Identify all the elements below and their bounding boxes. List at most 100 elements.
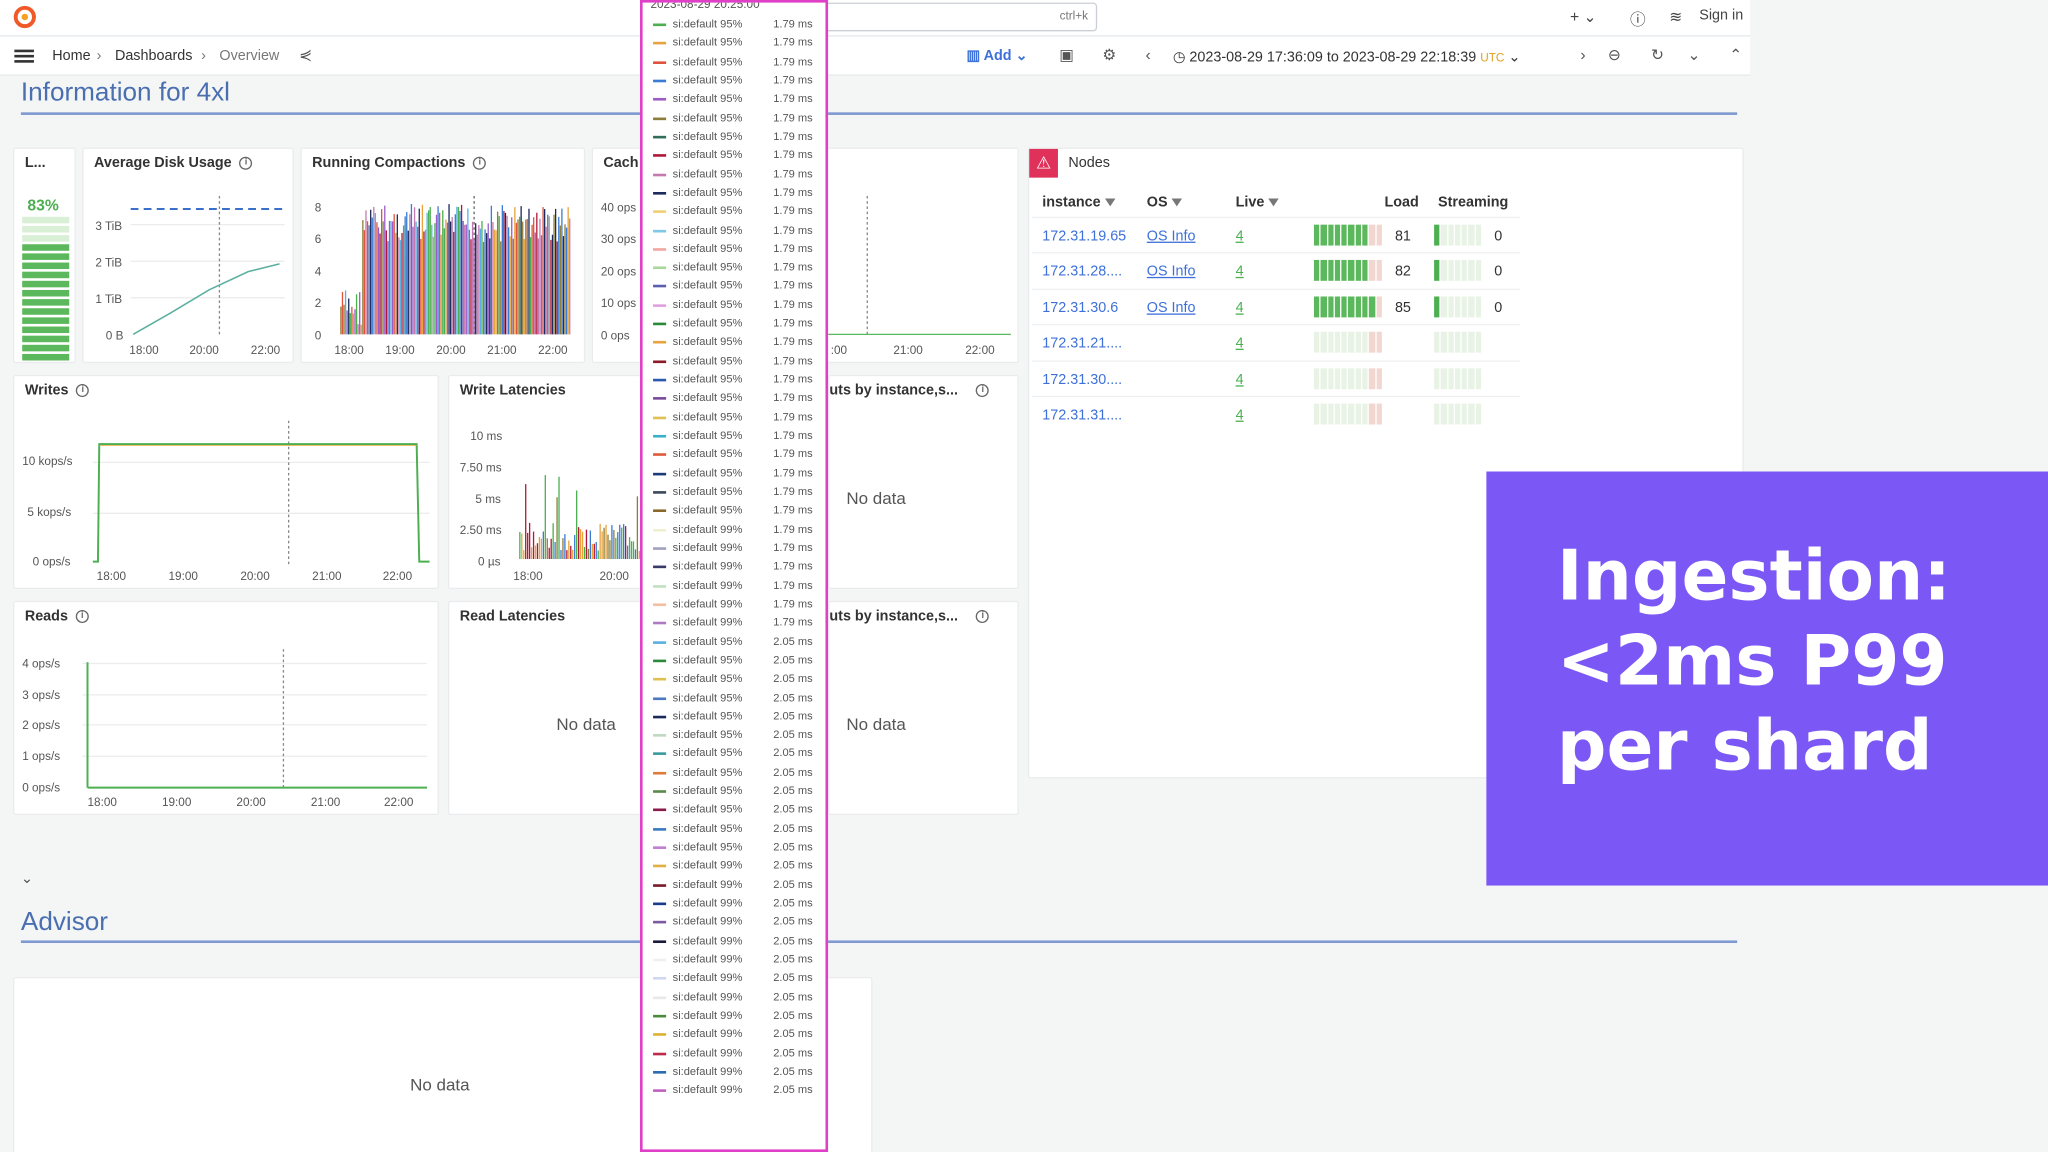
new-menu-button[interactable]: + ⌄ bbox=[1570, 8, 1597, 26]
refresh-interval-chevron-icon[interactable]: ⌄ bbox=[1688, 46, 1701, 64]
collapse-chevron-up-icon[interactable]: ⌃ bbox=[1729, 46, 1742, 64]
gauge-segment bbox=[1341, 224, 1348, 246]
os-info-link[interactable]: OS Info bbox=[1147, 264, 1196, 280]
panel-title-text: Writes bbox=[24, 382, 69, 399]
save-icon[interactable]: ▣ bbox=[1059, 46, 1074, 64]
table-row[interactable]: 172.31.30.... 4 bbox=[1031, 359, 1521, 395]
live-count-link[interactable]: 4 bbox=[1236, 336, 1244, 352]
sign-in-link[interactable]: Sign in bbox=[1699, 8, 1743, 24]
filter-icon[interactable] bbox=[1268, 198, 1279, 207]
gauge-segment bbox=[1341, 367, 1348, 389]
column-header-os[interactable]: OS bbox=[1147, 195, 1182, 210]
instance-link[interactable]: 172.31.28.... bbox=[1042, 264, 1122, 280]
column-header-instance[interactable]: instance bbox=[1042, 195, 1115, 210]
live-count-link[interactable]: 4 bbox=[1236, 408, 1244, 424]
zoom-out-icon[interactable]: ⊖ bbox=[1608, 46, 1621, 64]
instance-link[interactable]: 172.31.19.65 bbox=[1042, 229, 1126, 245]
instance-link[interactable]: 172.31.21.... bbox=[1042, 336, 1122, 352]
filter-icon[interactable] bbox=[1104, 198, 1115, 207]
live-count-link[interactable]: 4 bbox=[1236, 300, 1244, 316]
settings-gear-icon[interactable]: ⚙ bbox=[1102, 46, 1116, 64]
panel-read-latencies[interactable]: Read Latencies No data bbox=[447, 600, 644, 816]
gauge-segment bbox=[1334, 224, 1341, 246]
tooltip-row: si:default 99% 2.05 ms bbox=[650, 1026, 820, 1045]
os-info-link[interactable]: OS Info bbox=[1147, 229, 1196, 245]
panel-write-timeouts[interactable]: uts by instance,s... i No data bbox=[828, 374, 1019, 590]
x-tick: 21:00 bbox=[893, 343, 923, 357]
instance-link[interactable]: 172.31.30.... bbox=[1042, 372, 1122, 388]
row-title-advisor[interactable]: Advisor bbox=[21, 908, 108, 938]
tooltip-row: si:default 99% 1.79 ms bbox=[650, 577, 820, 596]
info-icon[interactable]: i bbox=[239, 156, 253, 170]
time-range-picker[interactable]: ◷ 2023-08-29 17:36:09 to 2023-08-29 22:1… bbox=[1173, 48, 1521, 66]
time-forward-icon[interactable]: › bbox=[1580, 46, 1585, 64]
row-title-information[interactable]: Information for 4xl bbox=[21, 78, 230, 108]
column-header-live[interactable]: Live bbox=[1236, 195, 1279, 210]
live-percentage: 83% bbox=[27, 195, 59, 215]
series-color-swatch bbox=[653, 509, 667, 513]
gauge-segment bbox=[22, 344, 70, 352]
series-value: 1.79 ms bbox=[773, 35, 813, 49]
table-row[interactable]: 172.31.21.... 4 bbox=[1031, 324, 1521, 359]
gauge-segment bbox=[1376, 331, 1382, 353]
live-count-link[interactable]: 4 bbox=[1236, 264, 1244, 280]
warning-icon[interactable]: ⚠ bbox=[1029, 148, 1058, 178]
table-row[interactable]: 172.31.28.... OS Info 4 82 0 bbox=[1031, 252, 1521, 288]
live-count-link[interactable]: 4 bbox=[1236, 229, 1244, 245]
live-count-link[interactable]: 4 bbox=[1236, 372, 1244, 388]
series-value: 1.79 ms bbox=[773, 372, 813, 386]
gauge-segment bbox=[1434, 403, 1440, 425]
tooltip-row: si:default 99% 2.05 ms bbox=[650, 970, 820, 989]
series-label: si:default 95% bbox=[672, 652, 743, 666]
table-row[interactable]: 172.31.30.6 OS Info 4 85 0 bbox=[1031, 288, 1521, 323]
tooltip-row: si:default 95% 2.05 ms bbox=[650, 633, 820, 652]
share-icon[interactable]: ⋞ bbox=[299, 46, 312, 64]
grafana-logo-icon[interactable] bbox=[13, 5, 37, 29]
panel-read-timeouts[interactable]: uts by instance,s... i No data bbox=[828, 600, 1019, 816]
gauge-segment bbox=[1468, 403, 1475, 425]
search-input[interactable]: ctrl+k bbox=[809, 2, 1098, 32]
series-color-swatch bbox=[653, 472, 667, 475]
column-header-streaming[interactable]: Streaming bbox=[1438, 195, 1508, 211]
panel-running-compactions[interactable]: Running Compactions i 8 6 4 2 0 18:00 19:… bbox=[300, 147, 586, 364]
gauge-segment bbox=[1376, 224, 1382, 246]
rss-icon[interactable]: ≋ bbox=[1669, 8, 1682, 26]
add-button[interactable]: ▥ Add ⌄ bbox=[967, 47, 1028, 64]
disk-usage-chart bbox=[130, 195, 285, 337]
y-tick: 5 kops/s bbox=[27, 505, 72, 519]
tooltip-row: si:default 95% 1.79 ms bbox=[650, 221, 820, 240]
column-header-load[interactable]: Load bbox=[1384, 195, 1418, 211]
info-icon[interactable]: i bbox=[76, 384, 90, 398]
table-row[interactable]: 172.31.31.... 4 bbox=[1031, 395, 1521, 431]
tooltip-row: si:default 99% 2.05 ms bbox=[650, 951, 820, 970]
gauge-segment bbox=[1320, 367, 1327, 389]
info-icon[interactable]: i bbox=[473, 156, 487, 170]
series-label: si:default 95% bbox=[672, 316, 743, 330]
info-icon[interactable]: i bbox=[75, 610, 89, 624]
breadcrumb-dashboards[interactable]: Dashboards bbox=[115, 48, 192, 64]
info-icon[interactable]: i bbox=[976, 384, 990, 398]
os-info-link[interactable]: OS Info bbox=[1147, 300, 1196, 316]
refresh-icon[interactable]: ↻ bbox=[1651, 46, 1664, 64]
collapse-chevron-down-icon[interactable]: ⌄ bbox=[21, 870, 33, 887]
panel-write-latencies[interactable]: Write Latencies 10 ms 7.50 ms 5 ms 2.50 … bbox=[447, 374, 644, 590]
x-tick: :00 bbox=[830, 343, 848, 357]
instance-link[interactable]: 172.31.30.6 bbox=[1042, 300, 1118, 316]
panel-average-disk-usage[interactable]: Average Disk Usage i 3 TiB 2 TiB 1 TiB 0 … bbox=[82, 147, 294, 364]
panel-live[interactable]: L... 83% bbox=[13, 147, 76, 364]
panel-reads[interactable]: Reads i 4 ops/s 3 ops/s 2 ops/s 1 ops/s 0… bbox=[13, 600, 439, 816]
time-back-icon[interactable]: ‹ bbox=[1145, 46, 1150, 64]
gauge-segment bbox=[1468, 224, 1475, 246]
dashboard-nav: Home › Dashboards › Overview ⋞ ▥ Add ⌄ ▣… bbox=[0, 36, 1751, 76]
streaming-gauge bbox=[1434, 331, 1482, 353]
filter-icon[interactable] bbox=[1171, 198, 1182, 207]
info-icon[interactable]: i bbox=[976, 610, 990, 624]
series-label: si:default 99% bbox=[672, 1064, 743, 1078]
instance-link[interactable]: 172.31.31.... bbox=[1042, 408, 1122, 424]
table-row[interactable]: 172.31.19.65 OS Info 4 81 0 bbox=[1031, 216, 1521, 252]
menu-icon[interactable] bbox=[14, 49, 34, 63]
gauge-segment bbox=[1362, 331, 1368, 353]
panel-writes[interactable]: Writes i 10 kops/s 5 kops/s 0 ops/s 18:00… bbox=[13, 374, 439, 590]
help-icon[interactable]: ⓘ bbox=[1630, 8, 1646, 30]
breadcrumb-home[interactable]: Home bbox=[52, 48, 90, 64]
